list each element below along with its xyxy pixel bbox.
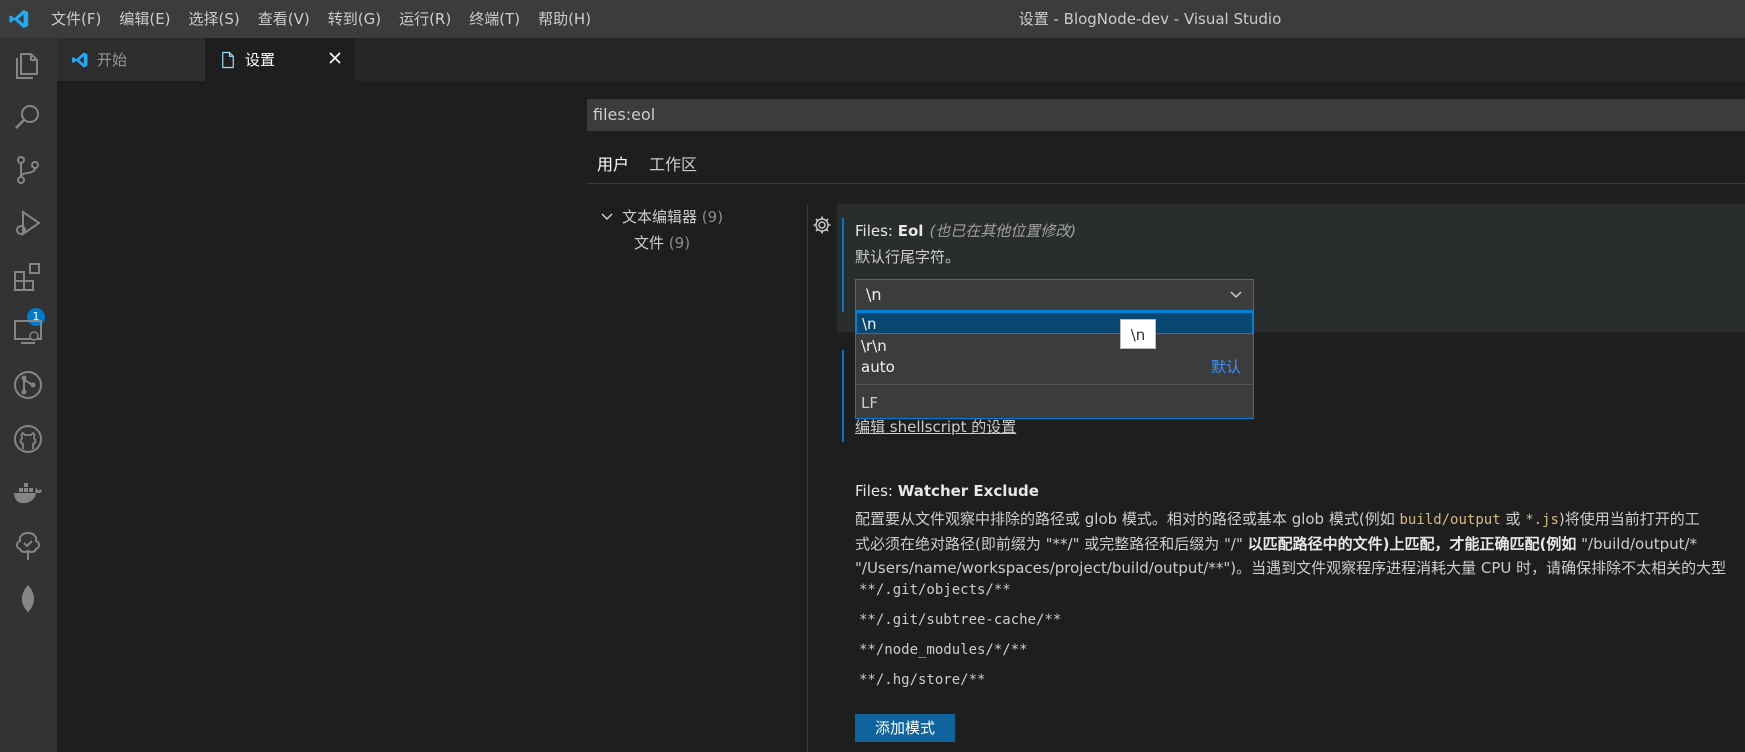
menu-view[interactable]: 查看(V) (249, 0, 319, 38)
menu-help[interactable]: 帮助(H) (529, 0, 600, 38)
toc-group-label: 文本编辑器 (622, 208, 698, 226)
menu-terminal[interactable]: 终端(T) (460, 0, 529, 38)
setting-watcher-title: Files: Watcher Exclude (855, 482, 1039, 500)
desc-text: 或 (1500, 510, 1526, 528)
chevron-down-icon (1230, 291, 1242, 299)
close-icon[interactable] (325, 48, 345, 68)
remote-explorer-icon[interactable] (11, 314, 45, 348)
desc-code: build/output (1399, 512, 1501, 528)
eol-select[interactable]: \n (855, 279, 1254, 311)
editor-tab-bar: 开始 设置 (57, 38, 1745, 81)
toc-child-label: 文件 (634, 234, 665, 252)
tab-user[interactable]: 用户 (587, 150, 640, 184)
toc-divider (807, 205, 808, 752)
focus-indicator (842, 218, 844, 312)
toc-child-count: (9) (668, 234, 691, 252)
chevron-down-icon (601, 213, 613, 221)
exclude-pattern[interactable]: **/node_modules/*/** (859, 642, 1028, 658)
toc-item-files[interactable]: 文件 (9) (600, 230, 723, 256)
toc-item-text-editor[interactable]: 文本编辑器 (9) (600, 204, 723, 230)
title-bar: 文件(F) 编辑(E) 选择(S) 查看(V) 转到(G) 运行(R) 终端(T… (0, 0, 1745, 66)
desc-code: *.js (1525, 512, 1559, 528)
tab-settings[interactable]: 设置 (205, 38, 355, 81)
desc-bold: 以匹配路径中的文件)上匹配，才能正确匹配(例如 (1247, 535, 1577, 553)
gear-icon[interactable] (812, 215, 832, 235)
desc-text: 式必须在绝对路径(即前缀为 "**/" 或完整路径和后缀为 "/" (855, 535, 1248, 553)
tree-icon[interactable] (11, 529, 45, 563)
exclude-pattern[interactable]: **/.git/objects/** (859, 582, 1011, 598)
option-description: LF (861, 394, 878, 412)
setting-watcher-description: 配置要从文件观察中排除的路径或 glob 模式。相对的路径或基本 glob 模式… (855, 507, 1745, 580)
eol-dropdown: \n \r\n auto 默认 LF (855, 311, 1254, 419)
search-icon[interactable] (11, 100, 45, 134)
setting-category: Files: (855, 222, 898, 240)
settings-scope-tabs: 用户 工作区 (587, 150, 707, 184)
vscode-logo-icon (9, 9, 29, 29)
run-debug-icon[interactable] (11, 206, 45, 240)
git-graph-icon[interactable] (11, 368, 45, 402)
desc-text: )将使用当前打开的工 (1558, 510, 1700, 528)
eol-selected-value: \n (866, 285, 882, 304)
activity-bar: 1 (0, 38, 57, 752)
desc-text: "/build/output/* (1576, 535, 1698, 553)
toc-group-count: (9) (701, 208, 724, 226)
extensions-icon[interactable] (11, 260, 45, 294)
dropdown-separator (856, 384, 1253, 385)
tab-label: 开始 (97, 51, 128, 69)
settings-toc: 文本编辑器 (9) 文件 (9) (600, 204, 723, 256)
menu-bar: 文件(F) 编辑(E) 选择(S) 查看(V) 转到(G) 运行(R) 终端(T… (42, 0, 600, 38)
setting-eol-title: Files: Eol (也已在其他位置修改) (855, 220, 1076, 241)
file-icon (222, 51, 234, 68)
menu-selection[interactable]: 选择(S) (180, 0, 249, 38)
exclude-pattern[interactable]: **/.git/subtree-cache/** (859, 612, 1061, 628)
modified-note[interactable]: (也已在其他位置修改) (929, 222, 1076, 240)
edit-shellscript-link[interactable]: 编辑 shellscript 的设置 (855, 416, 1016, 437)
tab-workspace[interactable]: 工作区 (639, 150, 707, 184)
exclude-pattern[interactable]: **/.hg/store/** (859, 672, 985, 688)
setting-category: Files: (855, 482, 898, 500)
settings-search-input[interactable]: files:eol (587, 99, 1745, 131)
add-pattern-button[interactable]: 添加模式 (855, 714, 955, 742)
docker-icon[interactable] (11, 476, 45, 510)
eol-option-lf[interactable]: \n (856, 312, 1253, 334)
setting-name: Watcher Exclude (897, 482, 1039, 500)
menu-file[interactable]: 文件(F) (42, 0, 110, 38)
tab-start[interactable]: 开始 (57, 38, 205, 81)
eol-option-auto[interactable]: auto 默认 (856, 356, 1253, 378)
setting-eol-description: 默认行尾字符。 (855, 248, 961, 266)
mongodb-leaf-icon[interactable] (11, 583, 45, 617)
explorer-icon[interactable] (11, 48, 45, 82)
desc-text: "/Users/name/workspaces/project/build/ou… (855, 559, 1727, 577)
focus-indicator (842, 350, 844, 442)
menu-go[interactable]: 转到(G) (319, 0, 390, 38)
option-tooltip: \n (1120, 319, 1156, 349)
setting-name: Eol (897, 222, 924, 240)
tab-label: 设置 (245, 51, 276, 69)
default-label: 默认 (1210, 358, 1241, 376)
github-icon[interactable] (11, 422, 45, 456)
scope-divider (587, 183, 1745, 184)
eol-option-crlf[interactable]: \r\n (856, 335, 1253, 357)
source-control-icon[interactable] (11, 153, 45, 187)
vscode-logo-icon (72, 52, 88, 67)
option-label: auto (861, 358, 895, 376)
menu-run[interactable]: 运行(R) (390, 0, 460, 38)
desc-text: 配置要从文件观察中排除的路径或 glob 模式。相对的路径或基本 glob 模式… (855, 510, 1400, 528)
menu-edit[interactable]: 编辑(E) (110, 0, 179, 38)
